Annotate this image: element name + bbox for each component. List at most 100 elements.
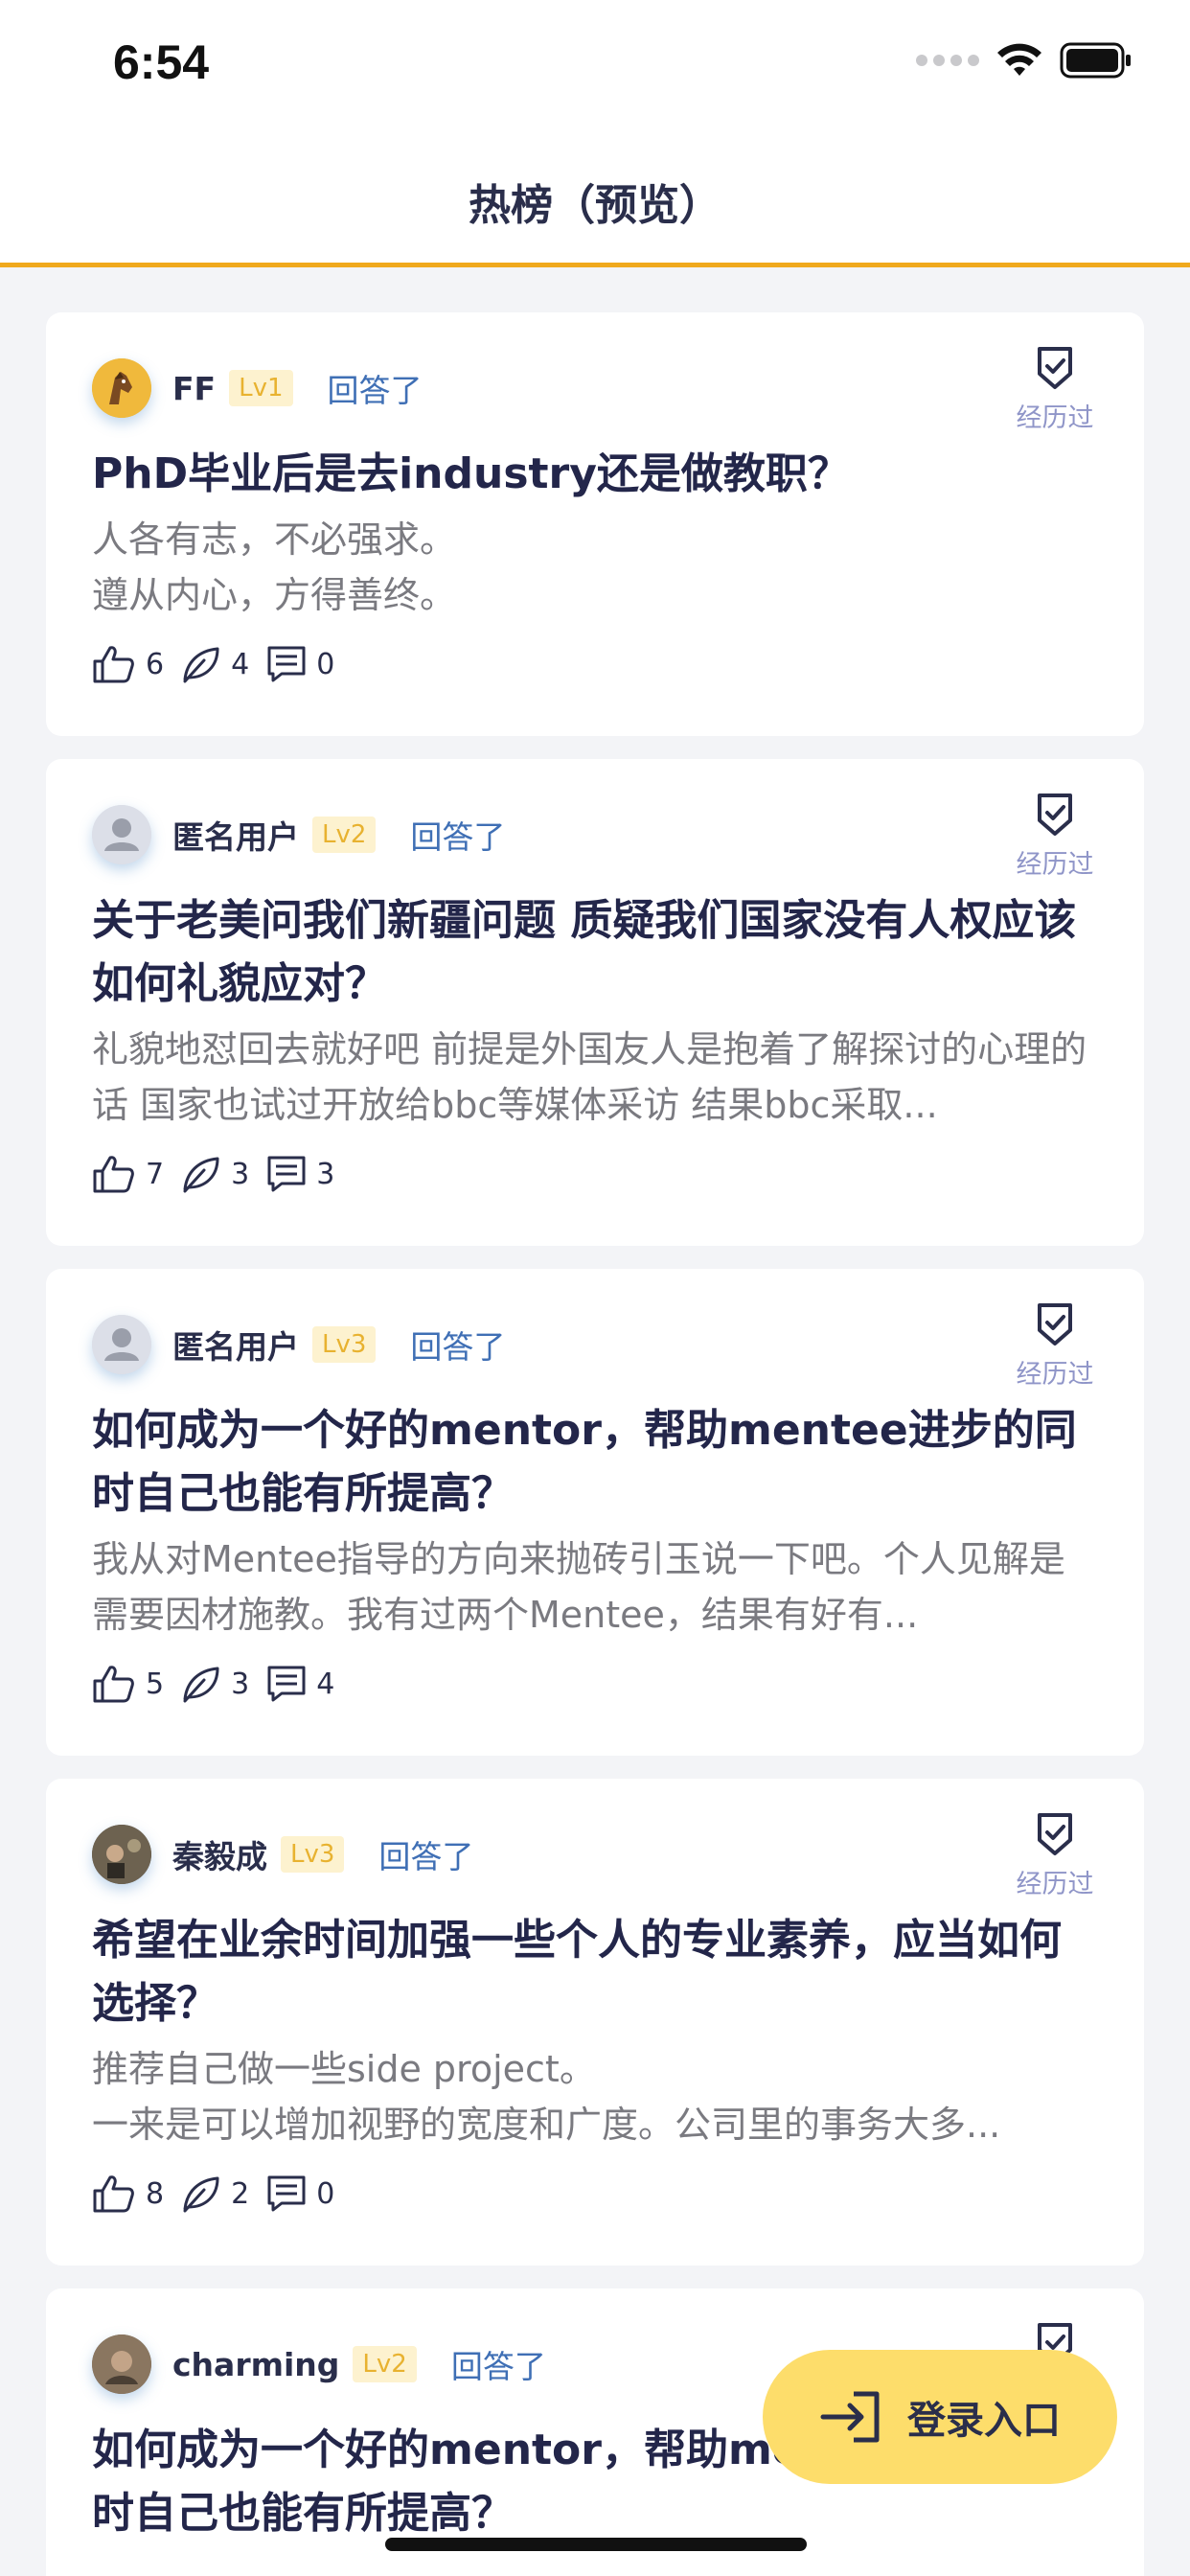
feed-card[interactable]: FF Lv1 回答了 经历过 PhD毕业后是去industry还是做教职？ 人各…	[46, 312, 1144, 736]
author-name[interactable]: charming	[172, 2346, 339, 2383]
level-badge: Lv3	[281, 1836, 345, 1873]
signal-icon	[916, 55, 979, 66]
photo-avatar[interactable]	[92, 2334, 151, 2394]
question-title[interactable]: 如何成为一个好的mentor，帮助mentee进步的同时自己也能有所提高？	[92, 1399, 1098, 1526]
agree-stat[interactable]: 3	[181, 1155, 249, 1193]
answer-excerpt[interactable]: 人各有志，不必强求。 遵从内心，方得善终。	[92, 512, 1098, 623]
shield-check-icon	[1038, 1303, 1072, 1346]
comment-icon	[267, 1156, 306, 1192]
like-stat[interactable]: 5	[92, 1664, 164, 1704]
answer-excerpt[interactable]: 礼貌地怼回去就好吧 前提是外国友人是抱着了解探讨的心理的话 国家也试过开放给bb…	[92, 1022, 1098, 1133]
default-avatar[interactable]	[92, 1315, 151, 1374]
level-badge: Lv1	[229, 370, 293, 406]
answer-excerpt[interactable]: 推荐自己做一些side project。 一来是可以增加视野的宽度和广度。公司里…	[92, 2041, 1098, 2152]
thumbs-up-icon	[93, 2175, 134, 2213]
level-badge: Lv2	[312, 816, 377, 853]
author-name[interactable]: 匿名用户	[172, 1322, 299, 1368]
agree-count: 3	[231, 1157, 250, 1191]
card-stats: 5 3 4	[92, 1660, 1098, 1708]
comment-count: 3	[316, 1157, 335, 1191]
action-text: 回答了	[410, 1328, 506, 1366]
leaf-icon	[183, 1157, 219, 1193]
like-stat[interactable]: 8	[92, 2174, 164, 2214]
login-button[interactable]: 登录入口	[763, 2350, 1117, 2484]
excerpt-line: 遵从内心，方得善终。	[92, 574, 457, 616]
home-indicator[interactable]	[385, 2538, 807, 2551]
card-header: FF Lv1 回答了	[92, 355, 1098, 422]
experienced-button[interactable]: 经历过	[1012, 1301, 1098, 1391]
experienced-label: 经历过	[1016, 850, 1094, 880]
experienced-label: 经历过	[1016, 403, 1094, 433]
login-label: 登录入口	[907, 2399, 1061, 2443]
comment-stat[interactable]: 4	[266, 1665, 334, 1703]
feed-card[interactable]: 匿名用户 Lv2 回答了 经历过 关于老美问我们新疆问题 质疑我们国家没有人权应…	[46, 759, 1144, 1246]
experienced-label: 经历过	[1016, 1360, 1094, 1390]
horse-avatar[interactable]	[92, 358, 151, 418]
comment-icon	[267, 2175, 306, 2212]
comment-stat[interactable]: 0	[266, 2174, 334, 2213]
answer-excerpt[interactable]: 我从对Mentee指导的方向来抛砖引玉说一下吧。个人见解是需要因材施教。我有过两…	[92, 1531, 1098, 1643]
like-stat[interactable]: 7	[92, 1154, 164, 1194]
leaf-icon	[183, 1667, 219, 1703]
card-stats: 7 3 3	[92, 1150, 1098, 1198]
comment-icon	[267, 1666, 306, 1702]
card-header: 秦毅成 Lv3 回答了	[92, 1821, 1098, 1888]
level-badge: Lv2	[353, 2346, 417, 2382]
author-name[interactable]: 匿名用户	[172, 812, 299, 858]
experienced-button[interactable]: 经历过	[1012, 792, 1098, 881]
action-text: 回答了	[410, 818, 506, 856]
like-count: 6	[146, 647, 165, 681]
screen: 6:54 热榜（预览） FF Lv1 回答了 经历过 PhD毕业后是去indus…	[0, 0, 1190, 2576]
shield-check-icon	[1038, 1813, 1072, 1855]
experienced-label: 经历过	[1016, 1870, 1094, 1899]
nav-bar: 热榜（预览）	[0, 134, 1190, 267]
comment-icon	[267, 646, 306, 682]
excerpt-line: 人各有志，不必强求。	[92, 518, 457, 561]
card-stats: 6 4 0	[92, 640, 1098, 688]
comment-count: 0	[316, 2176, 335, 2211]
feed-card[interactable]: 秦毅成 Lv3 回答了 经历过 希望在业余时间加强一些个人的专业素养，应当如何选…	[46, 1779, 1144, 2266]
like-count: 8	[146, 2176, 165, 2211]
action-text: 回答了	[450, 2348, 546, 2385]
question-title[interactable]: 希望在业余时间加强一些个人的专业素养，应当如何选择？	[92, 1909, 1098, 2036]
agree-count: 3	[231, 1667, 250, 1701]
agree-count: 4	[231, 647, 250, 681]
action-text: 回答了	[378, 1838, 474, 1875]
question-title[interactable]: PhD毕业后是去industry还是做教职？	[92, 443, 1098, 506]
thumbs-up-icon	[93, 1156, 134, 1193]
status-time: 6:54	[113, 35, 210, 89]
leaf-icon	[183, 2176, 219, 2213]
card-stats: 8 2 0	[92, 2170, 1098, 2218]
thumbs-up-icon	[93, 1666, 134, 1703]
level-badge: Lv3	[312, 1326, 377, 1363]
excerpt-line: 一来是可以增加视野的宽度和广度。公司里的事务大多...	[92, 2104, 1001, 2146]
agree-stat[interactable]: 4	[181, 645, 249, 683]
status-icons	[916, 42, 1133, 79]
battery-icon	[1060, 42, 1131, 79]
like-stat[interactable]: 6	[92, 644, 164, 684]
agree-stat[interactable]: 3	[181, 1665, 249, 1703]
like-count: 7	[146, 1157, 165, 1191]
hot-list-feed[interactable]: FF Lv1 回答了 经历过 PhD毕业后是去industry还是做教职？ 人各…	[46, 312, 1144, 2576]
comment-count: 4	[316, 1667, 335, 1701]
card-header: 匿名用户 Lv2 回答了	[92, 801, 1098, 868]
comment-stat[interactable]: 3	[266, 1155, 334, 1193]
action-text: 回答了	[327, 372, 423, 409]
author-name[interactable]: FF	[172, 370, 216, 407]
comment-stat[interactable]: 0	[266, 645, 334, 683]
wifi-icon	[997, 43, 1041, 76]
experienced-button[interactable]: 经历过	[1012, 1811, 1098, 1900]
status-bar: 6:54	[0, 0, 1190, 134]
experienced-button[interactable]: 经历过	[1012, 345, 1098, 434]
agree-stat[interactable]: 2	[181, 2174, 249, 2213]
feed-card[interactable]: 匿名用户 Lv3 回答了 经历过 如何成为一个好的mentor，帮助mentee…	[46, 1269, 1144, 1756]
photo-avatar[interactable]	[92, 1825, 151, 1884]
thumbs-up-icon	[93, 646, 134, 683]
default-avatar[interactable]	[92, 805, 151, 864]
excerpt-line: 推荐自己做一些side project。	[92, 2048, 596, 2090]
shield-check-icon	[1038, 347, 1072, 389]
page-title: 热榜（预览）	[469, 181, 721, 230]
question-title[interactable]: 关于老美问我们新疆问题 质疑我们国家没有人权应该如何礼貌应对？	[92, 889, 1098, 1016]
author-name[interactable]: 秦毅成	[172, 1831, 267, 1877]
login-icon	[820, 2391, 880, 2443]
